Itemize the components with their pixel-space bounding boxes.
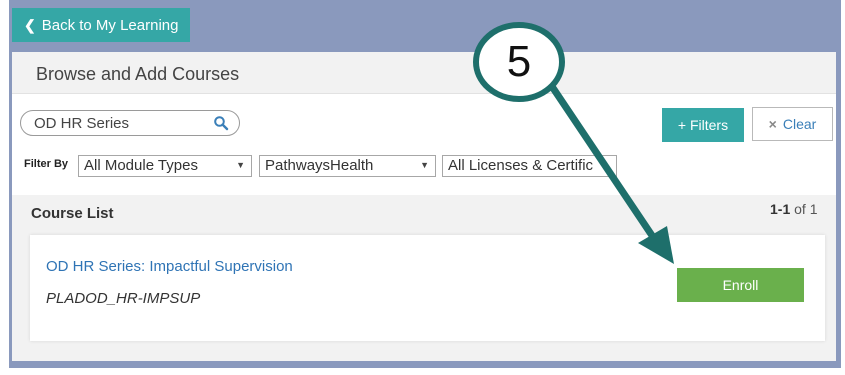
step-callout [473,22,674,264]
callout-arrow-head [638,226,674,264]
callout-number: 5 [506,37,532,86]
callout-arrow-shaft [545,78,659,244]
